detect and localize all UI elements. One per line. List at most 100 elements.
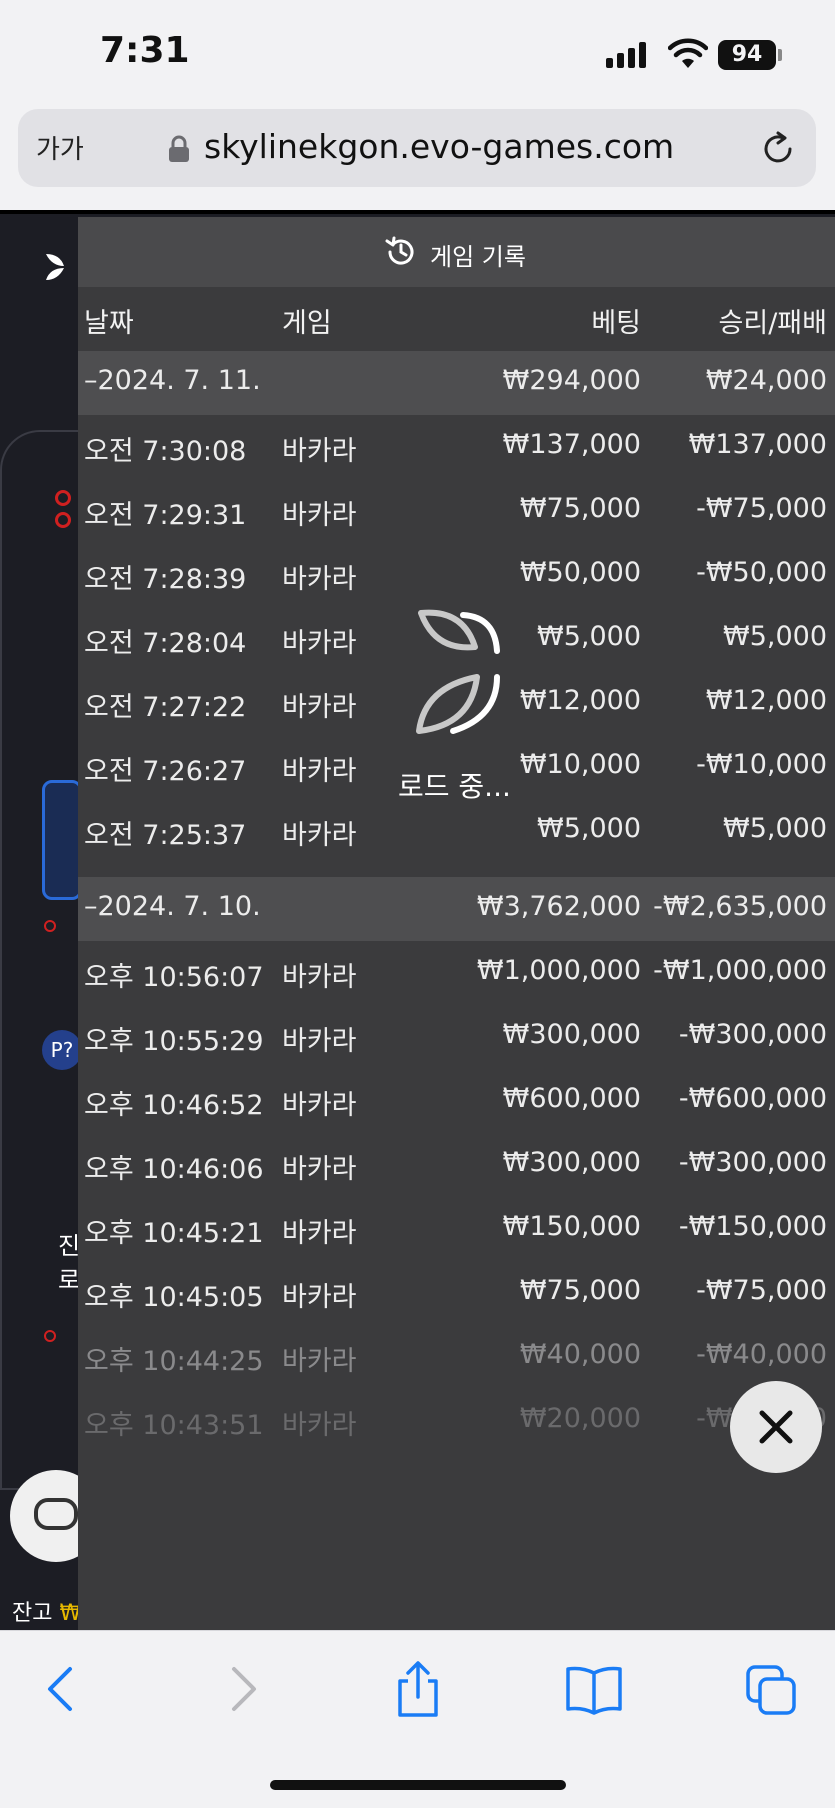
round-game: 바카라 — [282, 1026, 357, 1057]
group-result-total: ₩24,000 — [705, 365, 827, 396]
round-bet: ₩150,000 — [502, 1211, 641, 1242]
round-game: 바카라 — [282, 500, 357, 531]
round-time: 오후 10:46:52 — [84, 1090, 264, 1121]
lock-icon — [169, 135, 189, 162]
history-row[interactable]: 오후 10:46:06 바카라 ₩300,000 -₩300,000 — [78, 1133, 835, 1197]
round-result: -₩40,000 — [696, 1339, 827, 1370]
tabs-icon[interactable] — [742, 1661, 802, 1717]
round-game: 바카라 — [282, 564, 357, 595]
history-row[interactable]: 오후 10:56:07 바카라 ₩1,000,000 -₩1,000,000 — [78, 941, 835, 1005]
round-result: -₩300,000 — [678, 1019, 827, 1050]
round-bet: ₩50,000 — [519, 557, 641, 588]
column-header-bet: 베팅 — [591, 308, 641, 339]
home-indicator — [270, 1780, 566, 1790]
back-icon[interactable] — [32, 1661, 92, 1717]
roadmap-dot — [44, 1330, 56, 1342]
round-result: ₩5,000 — [723, 621, 827, 652]
round-time: 오전 7:26:27 — [84, 756, 247, 787]
loading-text: 로드 중... — [398, 770, 511, 803]
round-game: 바카라 — [282, 1282, 357, 1313]
round-game: 바카라 — [282, 756, 357, 787]
wifi-icon — [668, 38, 708, 68]
url-area: 가가 skylinekgon.evo-games.com — [0, 105, 835, 210]
round-game: 바카라 — [282, 692, 357, 723]
address-bar[interactable]: 가가 skylinekgon.evo-games.com — [18, 109, 816, 187]
round-bet: ₩20,000 — [519, 1403, 641, 1434]
history-row[interactable]: 오후 10:46:52 바카라 ₩600,000 -₩600,000 — [78, 1069, 835, 1133]
round-time: 오전 7:25:37 — [84, 820, 247, 851]
round-time: 오전 7:27:22 — [84, 692, 247, 723]
close-icon — [759, 1410, 793, 1444]
round-time: 오후 10:44:25 — [84, 1346, 264, 1377]
chip-icon — [34, 1498, 78, 1530]
date-group-row[interactable]: –2024. 7. 11. ₩294,000 ₩24,000 — [78, 351, 835, 415]
history-row[interactable]: 오후 10:45:05 바카라 ₩75,000 -₩75,000 — [78, 1261, 835, 1325]
round-result: ₩12,000 — [705, 685, 827, 716]
balance-label: 잔고 — [12, 1601, 53, 1626]
round-game: 바카라 — [282, 628, 357, 659]
group-bet-total: ₩294,000 — [502, 365, 641, 396]
round-bet: ₩300,000 — [502, 1147, 641, 1178]
group-bet-total: ₩3,762,000 — [476, 891, 641, 922]
round-game: 바카라 — [282, 1346, 357, 1377]
battery-nub — [778, 49, 782, 61]
reload-icon[interactable] — [760, 131, 796, 167]
round-time: 오전 7:30:08 — [84, 436, 247, 467]
history-title: 게임 기록 — [430, 243, 526, 271]
history-row[interactable]: 오전 7:28:39 바카라 ₩50,000 -₩50,000 — [78, 543, 835, 607]
background-text-fragment: 진 — [58, 1232, 81, 1260]
round-game: 바카라 — [282, 1154, 357, 1185]
roadmap-player-badge: P? — [42, 1030, 82, 1070]
round-bet: ₩300,000 — [502, 1019, 641, 1050]
group-result-total: -₩2,635,000 — [653, 891, 827, 922]
game-history-panel: 게임 기록 날짜 게임 베팅 승리/패배 –2024. 7. 11. ₩294,… — [78, 217, 835, 1630]
round-time: 오후 10:46:06 — [84, 1154, 264, 1185]
round-bet: ₩600,000 — [502, 1083, 641, 1114]
background-text-fragment: 로 — [58, 1266, 81, 1294]
page-settings-button[interactable]: 가가 — [36, 129, 84, 166]
panel-footer — [78, 1439, 835, 1630]
round-result: -₩75,000 — [696, 493, 827, 524]
forward-icon[interactable] — [212, 1661, 272, 1717]
history-row[interactable]: 오전 7:30:08 바카라 ₩137,000 ₩137,000 — [78, 415, 835, 479]
roadmap-dot — [44, 920, 56, 932]
history-header: 게임 기록 — [78, 217, 835, 287]
history-row[interactable]: 오후 10:44:25 바카라 ₩40,000 -₩40,000 — [78, 1325, 835, 1389]
roadmap-dot — [55, 512, 71, 528]
round-result: -₩75,000 — [696, 1275, 827, 1306]
date-group-row[interactable]: –2024. 7. 10. ₩3,762,000 -₩2,635,000 — [78, 877, 835, 941]
round-bet: ₩5,000 — [537, 813, 641, 844]
column-header-result: 승리/패배 — [718, 308, 827, 339]
round-time: 오후 10:56:07 — [84, 962, 264, 993]
roadmap-dot — [55, 490, 71, 506]
loading-spinner-icon — [416, 609, 500, 734]
history-row[interactable]: 오후 10:45:21 바카라 ₩150,000 -₩150,000 — [78, 1197, 835, 1261]
round-bet: ₩40,000 — [519, 1339, 641, 1370]
history-row[interactable]: 오전 7:25:37 바카라 ₩5,000 ₩5,000 — [78, 799, 835, 863]
close-history-button[interactable] — [730, 1381, 822, 1473]
round-bet: ₩75,000 — [519, 493, 641, 524]
round-game: 바카라 — [282, 1218, 357, 1249]
round-time: 오후 10:45:21 — [84, 1218, 264, 1249]
battery-icon: 94 — [718, 40, 776, 70]
round-game: 바카라 — [282, 436, 357, 467]
history-icon — [385, 236, 414, 265]
round-time: 오전 7:28:39 — [84, 564, 247, 595]
cellular-signal-icon — [606, 42, 646, 68]
column-header-game: 게임 — [282, 308, 332, 339]
evolution-logo-icon — [46, 254, 64, 280]
round-time: 오전 7:29:31 — [84, 500, 247, 531]
group-date: –2024. 7. 10. — [84, 891, 261, 922]
status-bar: 7:31 94 — [0, 0, 835, 105]
table-list-panel — [0, 430, 80, 1490]
share-icon[interactable] — [388, 1661, 448, 1717]
round-result: -₩300,000 — [678, 1147, 827, 1178]
bookmarks-icon[interactable] — [564, 1661, 624, 1717]
group-date: –2024. 7. 11. — [84, 365, 261, 396]
round-bet: ₩75,000 — [519, 1275, 641, 1306]
round-result: -₩1,000,000 — [653, 955, 827, 986]
history-row[interactable]: 오후 10:55:29 바카라 ₩300,000 -₩300,000 — [78, 1005, 835, 1069]
round-result: -₩600,000 — [678, 1083, 827, 1114]
history-row[interactable]: 오전 7:29:31 바카라 ₩75,000 -₩75,000 — [78, 479, 835, 543]
round-bet: ₩1,000,000 — [476, 955, 641, 986]
